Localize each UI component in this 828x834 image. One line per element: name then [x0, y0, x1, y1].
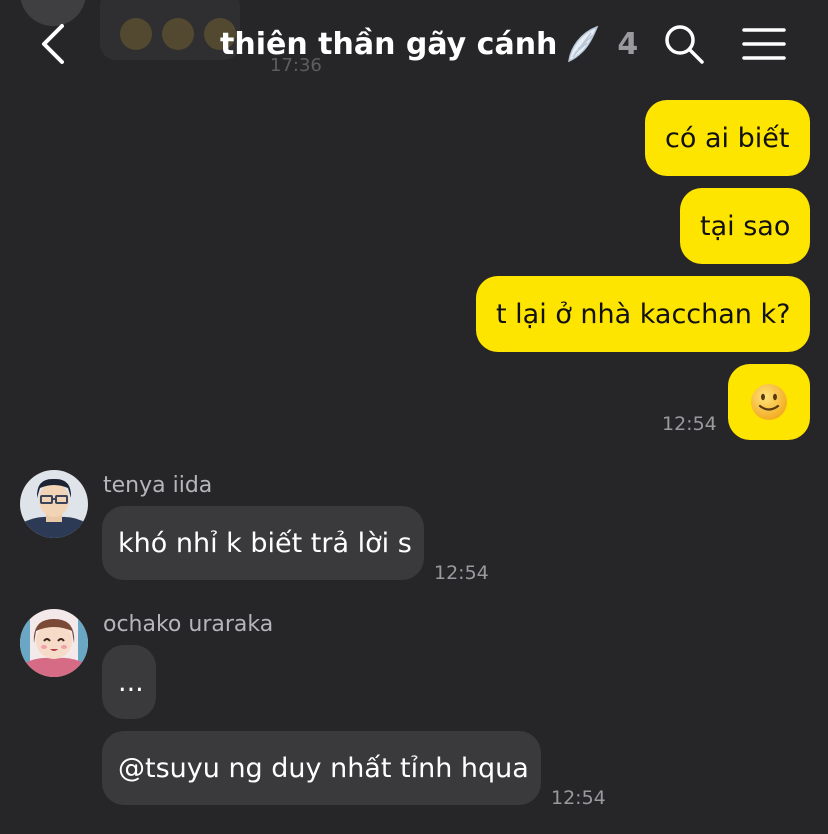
message-time: 12:54: [434, 562, 489, 584]
hamburger-menu-icon: [742, 28, 786, 60]
message-text: ...: [118, 666, 144, 698]
chat-title[interactable]: thiên thần gãy cánh 4: [220, 22, 638, 66]
member-count: 4: [617, 26, 639, 62]
chat-title-text: thiên thần gãy cánh: [220, 26, 558, 62]
search-icon: [665, 25, 704, 64]
avatar-ochako-uraraka[interactable]: [20, 609, 88, 677]
my-message-bubble[interactable]: tại sao: [680, 188, 810, 264]
wing-icon: [568, 25, 599, 63]
chevron-left-icon: [42, 24, 64, 64]
my-message-bubble[interactable]: có ai biết: [645, 100, 810, 176]
search-button[interactable]: [662, 22, 706, 66]
message-text: khó nhỉ k biết trả lời s: [118, 527, 412, 559]
my-emoji-bubble[interactable]: [728, 364, 810, 440]
slightly-smiling-face-icon: [751, 384, 787, 420]
message-time: 12:54: [662, 413, 717, 435]
message-time: 12:54: [551, 787, 606, 809]
message-text: @tsuyu ng duy nhất tỉnh hqua: [118, 752, 529, 784]
sender-name: ochako uraraka: [103, 612, 274, 637]
their-message-bubble[interactable]: ...: [102, 645, 156, 719]
menu-button[interactable]: [742, 24, 786, 64]
message-text: t lại ở nhà kacchan k?: [496, 298, 791, 330]
avatar-tenya-iida[interactable]: [20, 470, 88, 538]
their-message-bubble[interactable]: khó nhỉ k biết trả lời s: [102, 506, 424, 580]
message-text: tại sao: [700, 210, 791, 242]
chat-header: thiên thần gãy cánh 4: [0, 0, 828, 88]
my-message-bubble[interactable]: t lại ở nhà kacchan k?: [476, 276, 810, 352]
their-message-bubble[interactable]: @tsuyu ng duy nhất tỉnh hqua: [102, 731, 541, 805]
back-button[interactable]: [36, 22, 76, 66]
message-text: có ai biết: [665, 122, 790, 154]
sender-name: tenya iida: [103, 473, 213, 498]
